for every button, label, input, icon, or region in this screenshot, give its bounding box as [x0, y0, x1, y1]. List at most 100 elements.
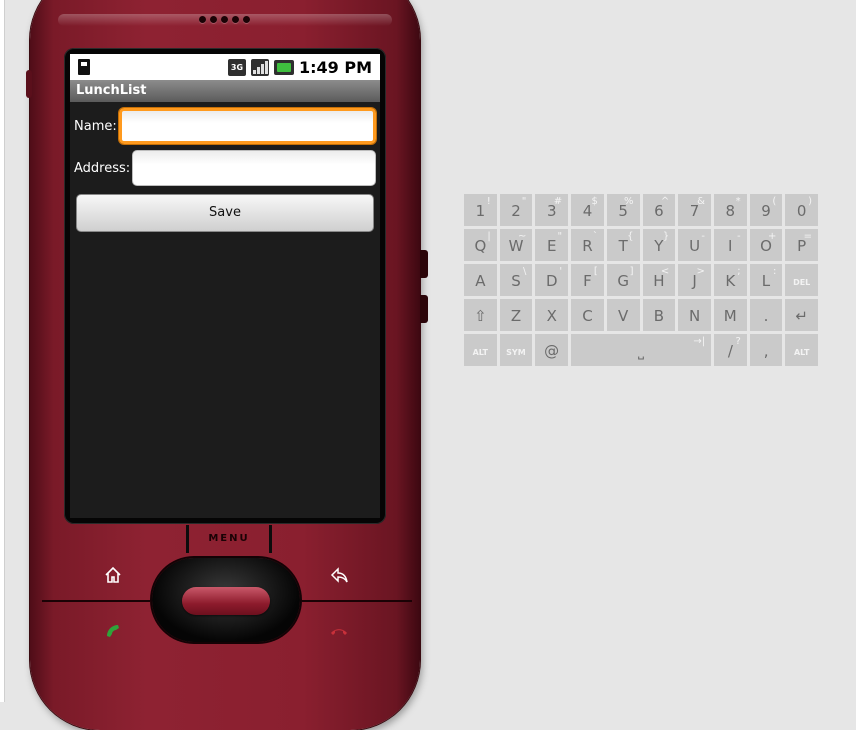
- key-a[interactable]: A: [464, 264, 497, 296]
- key-alt[interactable]: ALT: [464, 334, 497, 366]
- key-label: @: [544, 342, 560, 360]
- key-label: ↵: [795, 307, 808, 325]
- key-e[interactable]: E ": [535, 229, 569, 261]
- key-alt-label: →|: [693, 336, 706, 347]
- key-4[interactable]: 4 $: [571, 194, 604, 226]
- back-icon[interactable]: [328, 564, 350, 586]
- key-label: X: [546, 307, 557, 325]
- key-label: 1: [475, 202, 486, 220]
- key-[interactable]: .: [749, 299, 783, 331]
- key-alt-label: ~: [518, 231, 527, 242]
- key-label: O: [760, 237, 772, 255]
- key-[interactable]: ,: [749, 334, 783, 366]
- key-x[interactable]: X: [535, 299, 569, 331]
- key-alt-label: [: [593, 266, 598, 277]
- key-g[interactable]: G]: [606, 264, 640, 296]
- speaker-grille: [199, 16, 259, 28]
- key-9[interactable]: 9(: [749, 194, 783, 226]
- key-alt-label: $: [591, 196, 598, 207]
- key-sym[interactable]: SYM: [499, 334, 533, 366]
- key-k[interactable]: K;: [713, 264, 747, 296]
- key-u[interactable]: U-: [678, 229, 711, 261]
- key-[interactable]: @: [535, 334, 568, 366]
- key-b[interactable]: B: [642, 299, 676, 331]
- key-label: C: [582, 307, 593, 325]
- key-delete[interactable]: DEL: [785, 264, 819, 296]
- key-n[interactable]: N: [678, 299, 711, 331]
- key-o[interactable]: O +: [749, 229, 783, 261]
- key-shift[interactable]: ⇧: [464, 299, 497, 331]
- key-label: I: [728, 237, 733, 255]
- app-title: LunchList: [70, 80, 380, 102]
- key-label: G: [617, 272, 629, 290]
- key-alt-label: %: [624, 196, 634, 207]
- key-s[interactable]: S \: [499, 264, 533, 296]
- speaker-dot: [232, 16, 239, 23]
- key-enter[interactable]: ↵: [785, 299, 819, 331]
- key-0[interactable]: 0): [785, 194, 819, 226]
- key-alt-label: &: [697, 196, 705, 207]
- key-small-label: SYM: [506, 348, 526, 357]
- network-3g-icon: 3G: [227, 58, 246, 76]
- keyboard-row: ⇧ Z X C V B N M. ↵: [464, 299, 819, 331]
- key-alt-label: ?: [735, 336, 741, 347]
- key-m[interactable]: M: [713, 299, 747, 331]
- end-call-icon[interactable]: [328, 620, 350, 642]
- key-[interactable]: /?: [714, 334, 747, 366]
- dpad-center-button[interactable]: [182, 587, 270, 615]
- key-alt-label: }: [662, 231, 670, 242]
- address-field[interactable]: [132, 150, 376, 186]
- key-alt-label: `: [592, 231, 598, 242]
- emulator-phone: 3G 1:49 PM LunchList Name: Address: Save…: [26, 0, 428, 730]
- address-label: Address:: [74, 160, 131, 176]
- address-row: Address:: [70, 150, 380, 186]
- key-alt-label: ": [557, 231, 563, 242]
- key-h[interactable]: H <: [642, 264, 676, 296]
- key-q[interactable]: Q |: [464, 229, 497, 261]
- key-label: Z: [510, 307, 522, 325]
- key-p[interactable]: P =: [785, 229, 819, 261]
- key-5[interactable]: 5%: [606, 194, 640, 226]
- key-1[interactable]: 1!: [464, 194, 497, 226]
- menu-button[interactable]: MENU: [186, 525, 272, 553]
- key-v[interactable]: V: [606, 299, 640, 331]
- key-label: E: [547, 237, 557, 255]
- key-3[interactable]: 3 #: [535, 194, 569, 226]
- key-8[interactable]: 8 *: [713, 194, 747, 226]
- key-label: H: [653, 272, 665, 290]
- key-alt-label: |: [487, 231, 491, 242]
- device-screen: 3G 1:49 PM LunchList Name: Address: Save: [70, 54, 380, 518]
- key-small-label: ALT: [793, 348, 810, 357]
- key-w[interactable]: W ~: [499, 229, 533, 261]
- key-alt-label: #: [553, 196, 563, 207]
- speaker-dot: [199, 16, 206, 23]
- key-7[interactable]: 7 &: [678, 194, 711, 226]
- home-icon[interactable]: [102, 564, 124, 586]
- volume-down-button[interactable]: [420, 295, 428, 323]
- key-label: B: [653, 307, 665, 325]
- key-label: ,: [763, 342, 769, 360]
- key-j[interactable]: J >: [678, 264, 711, 296]
- key-d[interactable]: D ': [535, 264, 569, 296]
- key-alt[interactable]: ALT: [785, 334, 819, 366]
- call-icon[interactable]: [102, 620, 124, 642]
- key-label: 0: [796, 202, 807, 220]
- name-field[interactable]: [118, 108, 376, 144]
- key-small-label: DEL: [793, 278, 811, 287]
- key-2[interactable]: 2 ": [499, 194, 533, 226]
- dpad[interactable]: [152, 558, 300, 642]
- key-f[interactable]: F[: [571, 264, 604, 296]
- keyboard-row: ALT SYM @ ⎵ →| /?, ALT: [464, 334, 819, 366]
- key-i[interactable]: I-: [713, 229, 747, 261]
- key-y[interactable]: Y}: [642, 229, 676, 261]
- key-space[interactable]: ⎵ →|: [570, 334, 712, 366]
- key-r[interactable]: R `: [571, 229, 604, 261]
- key-6[interactable]: 6 ^: [642, 194, 676, 226]
- key-l[interactable]: L:: [749, 264, 783, 296]
- volume-up-button[interactable]: [420, 250, 428, 278]
- key-label: 6: [654, 202, 664, 220]
- key-z[interactable]: Z: [499, 299, 533, 331]
- key-c[interactable]: C: [571, 299, 604, 331]
- save-button[interactable]: Save: [76, 194, 374, 232]
- key-t[interactable]: T{: [606, 229, 640, 261]
